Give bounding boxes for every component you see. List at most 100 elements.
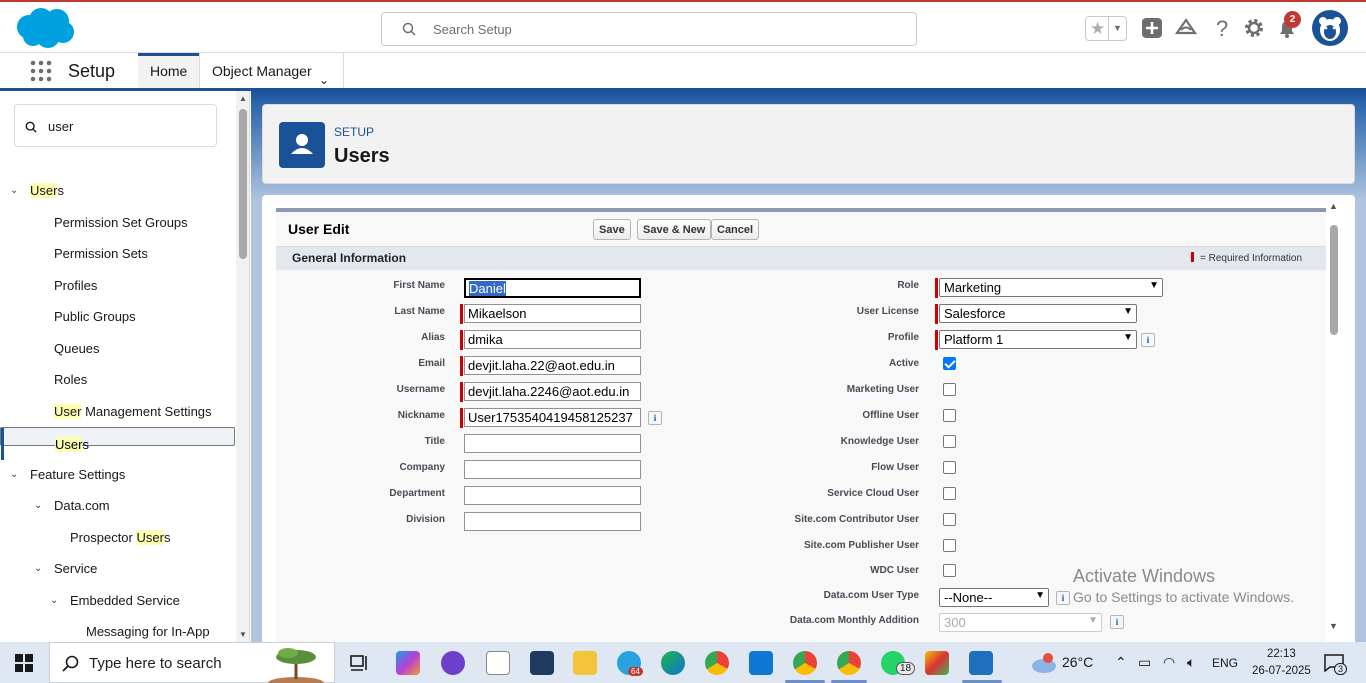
cancel-button[interactable]: Cancel	[711, 219, 760, 240]
sidebar-item-embedded-service[interactable]: ⌄ Embedded Service	[0, 585, 235, 617]
wifi-icon[interactable]: ◠	[1163, 654, 1175, 671]
marketing-user-checkbox[interactable]	[943, 383, 956, 396]
service-cloud-user-checkbox[interactable]	[943, 487, 956, 500]
nickname-info-icon[interactable]: i	[648, 411, 662, 425]
datacom-user-type-select[interactable]: --None-- ▼	[939, 588, 1049, 607]
sidebar-item-service[interactable]: ⌄ Service	[0, 553, 235, 585]
site-contributor-checkbox[interactable]	[943, 513, 956, 526]
gear-icon[interactable]	[1242, 16, 1266, 40]
title-field[interactable]	[464, 434, 641, 453]
company-field[interactable]	[464, 460, 641, 479]
sidebar-item-prospector-users[interactable]: Prospector Users	[0, 522, 235, 554]
svg-text:?: ?	[1216, 16, 1228, 40]
alias-field[interactable]: dmika	[464, 330, 641, 349]
user-icon	[279, 122, 325, 168]
tab-object-manager[interactable]: Object Manager ⌄	[199, 53, 344, 88]
scroll-up-icon[interactable]: ▲	[1329, 201, 1338, 211]
first-name-field[interactable]: Daniel	[464, 278, 641, 298]
volume-icon[interactable]: 🔈︎	[1187, 654, 1195, 671]
weather-cloud-icon[interactable]	[1030, 652, 1058, 674]
datacom-monthly-info-icon[interactable]: i	[1110, 615, 1124, 629]
user-license-select[interactable]: Salesforce ▼	[939, 304, 1137, 323]
chrome-icon[interactable]	[705, 651, 729, 675]
chrome-profile-icon[interactable]	[793, 651, 817, 675]
tab-home[interactable]: Home	[138, 53, 200, 88]
copilot-icon[interactable]	[396, 651, 420, 675]
help-icon[interactable]: ?	[1210, 16, 1234, 40]
chevron-down-icon[interactable]: ▼	[1108, 17, 1126, 40]
chevron-down-icon: ▼	[1088, 615, 1098, 626]
scroll-down-icon[interactable]: ▼	[239, 630, 247, 639]
scrollbar-thumb[interactable]	[1330, 225, 1338, 335]
search-highlight: User	[54, 404, 82, 419]
datacom-user-type-info-icon[interactable]: i	[1056, 591, 1070, 605]
app-icon[interactable]	[925, 651, 949, 675]
weather-temperature[interactable]: 26°C	[1062, 654, 1093, 670]
scrollbar-thumb[interactable]	[239, 109, 247, 259]
file-explorer-icon[interactable]	[573, 651, 597, 675]
nickname-field[interactable]: User17535404194581252​37	[464, 408, 641, 427]
battery-icon[interactable]: ▭	[1138, 654, 1151, 671]
chevron-down-icon[interactable]: ⌄	[34, 553, 42, 585]
save-button[interactable]: Save	[593, 219, 631, 240]
windows-start-icon[interactable]	[15, 654, 33, 672]
prime-video-icon[interactable]	[530, 651, 554, 675]
trailhead-icon[interactable]	[1174, 16, 1198, 40]
photos-icon[interactable]	[969, 651, 993, 675]
task-view-icon[interactable]	[348, 651, 372, 675]
sidebar-scrollbar[interactable]: ▲ ▼	[236, 91, 249, 642]
edge-icon[interactable]	[661, 651, 685, 675]
sidebar-item-user-management-settings[interactable]: User Management Settings	[0, 396, 235, 428]
site-publisher-checkbox[interactable]	[943, 539, 956, 552]
sidebar-item-queues[interactable]: Queues	[0, 333, 235, 365]
save-and-new-button[interactable]: Save & New	[637, 219, 712, 240]
sidebar-item-users[interactable]: Users	[0, 427, 235, 460]
role-select[interactable]: Marketing ▼	[939, 278, 1163, 297]
email-field[interactable]: devjit.laha.22@aot.edu.in	[464, 356, 641, 375]
sidebar-item-roles[interactable]: Roles	[0, 364, 235, 396]
chevron-down-icon[interactable]: ⌄	[34, 490, 42, 522]
sidebar-item-feature-settings[interactable]: ⌄ Feature Settings	[0, 459, 235, 491]
scroll-up-icon[interactable]: ▲	[239, 94, 247, 103]
sidebar-item-messaging-for-in-app[interactable]: Messaging for In-App	[0, 616, 235, 642]
offline-user-checkbox[interactable]	[943, 409, 956, 422]
sidebar-item-permission-sets[interactable]: Permission Sets	[0, 238, 235, 270]
chevron-down-icon[interactable]: ⌄	[10, 175, 18, 207]
vscode-icon[interactable]	[749, 651, 773, 675]
chevron-down-icon[interactable]: ⌄	[50, 585, 58, 617]
sidebar-item-profiles[interactable]: Profiles	[0, 270, 235, 302]
active-checkbox[interactable]	[943, 357, 956, 370]
taskbar-search-box[interactable]: Type here to search	[49, 642, 335, 683]
last-name-field[interactable]: Mikaelson	[464, 304, 641, 323]
star-icon[interactable]: ★	[1090, 19, 1105, 39]
sidebar-item-datacom[interactable]: ⌄ Data.com	[0, 490, 235, 522]
department-field[interactable]	[464, 486, 641, 505]
chevron-down-icon[interactable]: ⌄	[10, 459, 18, 491]
division-field[interactable]	[464, 512, 641, 531]
profile-info-icon[interactable]: i	[1141, 333, 1155, 347]
sidebar-item-users-group[interactable]: ⌄ Users	[0, 175, 235, 207]
favorites-control[interactable]: ★ ▼	[1085, 16, 1127, 41]
username-field[interactable]: devjit.laha.2246@aot.edu.in	[464, 382, 641, 401]
sidebar-item-permission-set-groups[interactable]: Permission Set Groups	[0, 207, 235, 239]
chrome-profile-2-icon[interactable]	[837, 651, 861, 675]
setup-search-box[interactable]: Search Setup	[381, 12, 917, 46]
news-icon[interactable]	[486, 651, 510, 675]
sidebar-item-public-groups[interactable]: Public Groups	[0, 301, 235, 333]
user-avatar[interactable]	[1312, 10, 1348, 46]
content-scrollbar[interactable]: ▲ ▼	[1326, 201, 1341, 631]
github-desktop-icon[interactable]	[441, 651, 465, 675]
knowledge-user-checkbox[interactable]	[943, 435, 956, 448]
notification-badge: 2	[1284, 11, 1301, 28]
app-launcher-icon[interactable]	[29, 59, 53, 83]
flow-user-checkbox[interactable]	[943, 461, 956, 474]
scroll-down-icon[interactable]: ▼	[1329, 621, 1338, 631]
input-language[interactable]: ENG	[1212, 656, 1238, 670]
chevron-up-icon[interactable]: ⌃	[1115, 654, 1127, 671]
global-actions-add-icon[interactable]	[1140, 16, 1164, 40]
profile-select[interactable]: Platform 1 ▼	[939, 330, 1137, 349]
system-clock[interactable]: 22:13 26-07-2025	[1252, 646, 1311, 680]
salesforce-logo[interactable]	[14, 7, 76, 49]
quick-find-input[interactable]: user	[14, 104, 217, 147]
wdc-user-checkbox[interactable]	[943, 564, 956, 577]
